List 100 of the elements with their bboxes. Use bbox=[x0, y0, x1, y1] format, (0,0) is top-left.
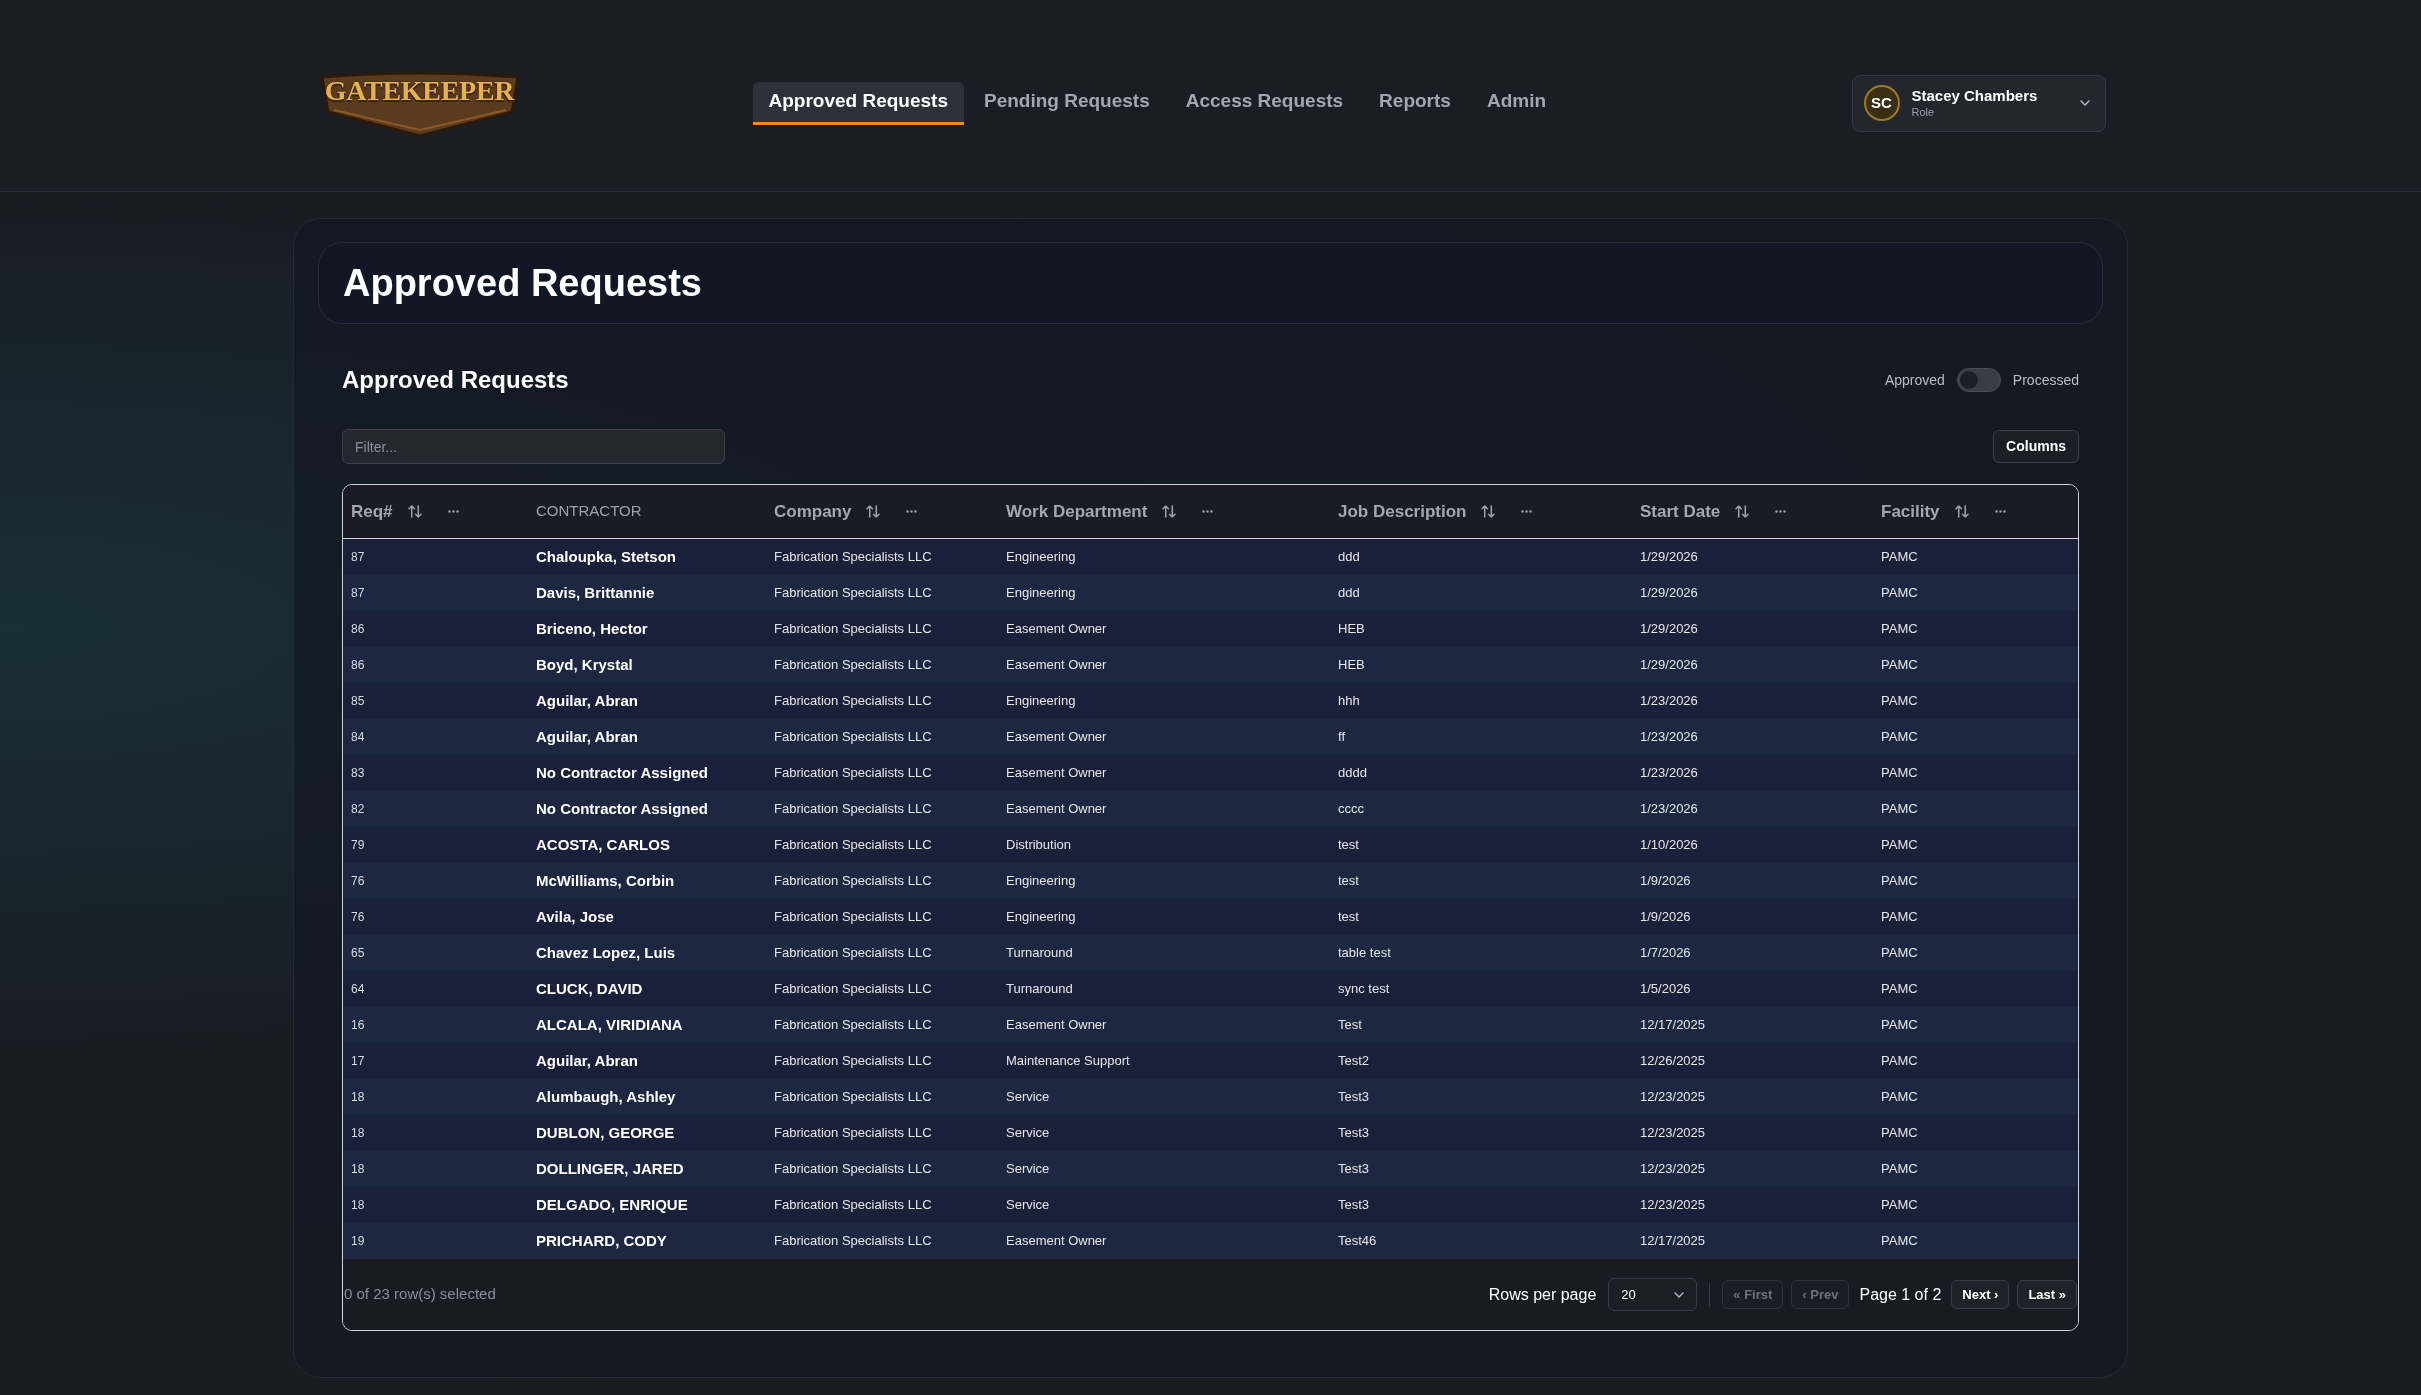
table-cell-text: CLUCK, DAVID bbox=[535, 978, 644, 999]
ellipsis-icon[interactable] bbox=[1775, 510, 1787, 513]
table-cell-text: 18 bbox=[350, 1197, 366, 1214]
table-cell-text: Fabrication Specialists LLC bbox=[773, 1196, 933, 1215]
table-cell-text: Turnaround bbox=[1005, 944, 1074, 963]
table-cell-text: PAMC bbox=[1880, 584, 1919, 603]
table-cell-text: Test3 bbox=[1337, 1160, 1371, 1179]
table-cell-text: PAMC bbox=[1880, 656, 1919, 675]
table-cell-text: 76 bbox=[350, 873, 366, 890]
column-header[interactable]: Req# bbox=[351, 498, 393, 525]
table-cell-text: Fabrication Specialists LLC bbox=[773, 1052, 933, 1071]
table-cell-text: 17 bbox=[350, 1053, 366, 1070]
table-cell-text: Engineering bbox=[1005, 548, 1077, 567]
page-indicator: Page 1 of 2 bbox=[1859, 1284, 1942, 1305]
table-cell-text: 12/26/2025 bbox=[1639, 1052, 1707, 1071]
sort-icon[interactable] bbox=[866, 505, 881, 518]
table-cell-text: Boyd, Krystal bbox=[535, 654, 634, 675]
column-header[interactable]: Start Date bbox=[1640, 498, 1721, 525]
selection-count: 0 of 23 row(s) selected bbox=[344, 1284, 496, 1305]
sort-icon[interactable] bbox=[1735, 505, 1750, 518]
ellipsis-icon[interactable] bbox=[1521, 510, 1533, 513]
table-cell-text: ALCALA, VIRIDIANA bbox=[535, 1014, 684, 1035]
table-cell-text: 87 bbox=[350, 549, 366, 566]
pagination-button[interactable]: Next › bbox=[1951, 1280, 2010, 1309]
table-cell-text: Distribution bbox=[1005, 836, 1073, 855]
table-cell-text: PAMC bbox=[1880, 728, 1919, 747]
table-cell-text: Fabrication Specialists LLC bbox=[773, 836, 933, 855]
table-cell-text: 86 bbox=[350, 621, 366, 638]
table-cell-text: PAMC bbox=[1880, 908, 1919, 927]
table-cell-text: Fabrication Specialists LLC bbox=[773, 872, 933, 891]
table-cell-text: Easement Owner bbox=[1005, 1232, 1108, 1251]
table-cell-text: Fabrication Specialists LLC bbox=[773, 944, 933, 963]
sort-icon[interactable] bbox=[1162, 505, 1177, 518]
table-cell-text: 1/23/2026 bbox=[1639, 692, 1699, 711]
sort-icon[interactable] bbox=[1481, 505, 1496, 518]
user-name: Stacey Chambers bbox=[1911, 87, 2038, 105]
table-cell-text: Fabrication Specialists LLC bbox=[773, 1232, 933, 1251]
table-cell-text: test bbox=[1337, 836, 1360, 855]
table-cell-text: McWilliams, Corbin bbox=[535, 870, 676, 891]
table-cell-text: cccc bbox=[1337, 800, 1365, 819]
table-cell-text: Fabrication Specialists LLC bbox=[773, 1124, 933, 1143]
table-cell-text: test bbox=[1337, 908, 1360, 927]
table-cell-text: Service bbox=[1005, 1160, 1051, 1179]
table-cell-text: PAMC bbox=[1880, 1016, 1919, 1035]
ellipsis-icon[interactable] bbox=[1994, 510, 2006, 513]
column-header: CONTRACTOR bbox=[536, 501, 642, 522]
table-cell-text: PAMC bbox=[1880, 872, 1919, 891]
toggle-label: Processed bbox=[2012, 370, 2079, 390]
nav-tab[interactable]: Pending Requests bbox=[968, 81, 1166, 125]
sort-icon[interactable] bbox=[1954, 505, 1969, 518]
table-cell-text: Avila, Jose bbox=[535, 906, 615, 927]
table-cell-text: Fabrication Specialists LLC bbox=[773, 620, 933, 639]
ellipsis-icon[interactable] bbox=[1202, 510, 1214, 513]
table-cell-text: Service bbox=[1005, 1196, 1051, 1215]
table-cell-text: PAMC bbox=[1880, 620, 1919, 639]
table-cell-text: Fabrication Specialists LLC bbox=[773, 1160, 933, 1179]
column-header[interactable]: Facility bbox=[1881, 498, 1940, 525]
table-cell-text: 1/29/2026 bbox=[1639, 584, 1699, 603]
table-cell-text: 1/29/2026 bbox=[1639, 548, 1699, 567]
table-cell-text: 1/5/2026 bbox=[1639, 980, 1692, 999]
table-cell-text: Easement Owner bbox=[1005, 764, 1108, 783]
nav-tab[interactable]: Approved Requests bbox=[752, 81, 964, 125]
table-cell-text: PAMC bbox=[1880, 692, 1919, 711]
table-cell-text: DELGADO, ENRIQUE bbox=[535, 1194, 689, 1215]
table-cell-text: 1/9/2026 bbox=[1639, 908, 1692, 927]
table-cell-text: Briceno, Hector bbox=[535, 618, 649, 639]
rows-per-page-select[interactable]: 20 bbox=[1608, 1278, 1698, 1311]
table-cell-text: Turnaround bbox=[1005, 980, 1074, 999]
table-cell-text: 12/17/2025 bbox=[1639, 1232, 1707, 1251]
ellipsis-icon[interactable] bbox=[906, 510, 918, 513]
table-cell-text: Alumbaugh, Ashley bbox=[535, 1086, 677, 1107]
table-cell-text: PAMC bbox=[1880, 1088, 1919, 1107]
table-cell-text: 12/23/2025 bbox=[1639, 1160, 1707, 1179]
user-menu[interactable]: SC Stacey Chambers Role bbox=[1851, 74, 2106, 132]
pagination-button[interactable]: Last » bbox=[2017, 1280, 2077, 1309]
sort-icon[interactable] bbox=[407, 505, 422, 518]
table-cell-text: 1/23/2026 bbox=[1639, 728, 1699, 747]
table-cell-text: PAMC bbox=[1880, 800, 1919, 819]
column-header[interactable]: Job Description bbox=[1338, 498, 1467, 525]
table-cell-text: ff bbox=[1337, 728, 1346, 747]
table-cell-text: 1/23/2026 bbox=[1639, 800, 1699, 819]
table-cell-text: 18 bbox=[350, 1089, 366, 1106]
ellipsis-icon[interactable] bbox=[447, 510, 459, 513]
table-cell-text: 82 bbox=[350, 801, 366, 818]
columns-button[interactable]: Columns bbox=[1993, 430, 2079, 463]
toggle-switch[interactable] bbox=[1956, 368, 2001, 392]
nav-tab[interactable]: Reports bbox=[1363, 81, 1467, 125]
table-cell-text: Aguilar, Abran bbox=[535, 1050, 639, 1071]
table-cell-text: Aguilar, Abran bbox=[535, 726, 639, 747]
table-cell-text: 12/23/2025 bbox=[1639, 1124, 1707, 1143]
table-cell-text: Chaloupka, Stetson bbox=[535, 546, 678, 567]
nav-tab[interactable]: Access Requests bbox=[1169, 81, 1360, 125]
chevron-down-icon bbox=[1674, 1291, 1685, 1298]
filter-input[interactable]: Filter... bbox=[342, 429, 725, 464]
column-header[interactable]: Company bbox=[774, 498, 852, 525]
table-cell-text: Fabrication Specialists LLC bbox=[773, 656, 933, 675]
table-cell-text: 84 bbox=[350, 729, 366, 746]
nav-tab[interactable]: Admin bbox=[1470, 81, 1562, 125]
column-header[interactable]: Work Department bbox=[1006, 498, 1148, 525]
table-cell-text: PAMC bbox=[1880, 1232, 1919, 1251]
